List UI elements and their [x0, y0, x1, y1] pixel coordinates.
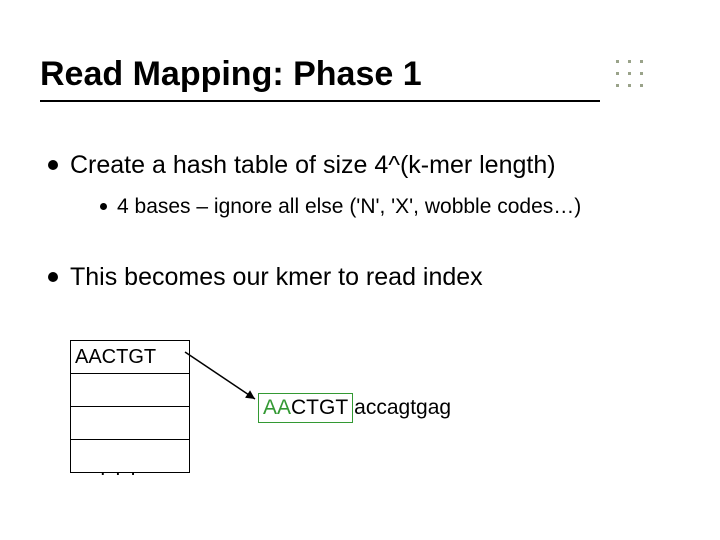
bullet-icon: [100, 203, 107, 210]
table-row: [71, 374, 190, 407]
slide: Read Mapping: Phase 1 Create a hash tabl…: [0, 0, 720, 540]
accent-dot-icon: [616, 72, 619, 75]
hash-cell-empty: [71, 374, 190, 407]
hash-table: AACTGT: [70, 340, 190, 473]
table-row: AACTGT: [71, 341, 190, 374]
bullet-icon: [48, 272, 58, 282]
read-sequence: AACTGTaccagtgag: [258, 393, 451, 423]
hash-cell-kmer: AACTGT: [71, 341, 190, 374]
accent-dot-icon: [640, 84, 643, 87]
accent-dot-icon: [640, 72, 643, 75]
hash-cell-empty: [71, 407, 190, 440]
accent-dot-icon: [628, 84, 631, 87]
title-underline: [40, 100, 600, 102]
read-tail: accagtgag: [353, 396, 451, 420]
bullet-icon: [48, 160, 58, 170]
hash-table-ellipsis: . . .: [100, 458, 138, 481]
bullet-level1: This becomes our kmer to read index: [48, 262, 483, 292]
accent-dot-icon: [628, 72, 631, 75]
kmer-green-part: AA: [263, 396, 291, 419]
accent-dot-icon: [640, 60, 643, 63]
bullet-text: This becomes our kmer to read index: [70, 262, 483, 292]
kmer-black-part: CTGT: [291, 396, 348, 419]
slide-title: Read Mapping: Phase 1: [40, 55, 422, 94]
table-row: [71, 407, 190, 440]
accent-dot-icon: [616, 60, 619, 63]
arrow-icon: [185, 352, 265, 407]
accent-dot-icon: [616, 84, 619, 87]
read-kmer-box: AACTGT: [258, 393, 353, 423]
bullet-text: 4 bases – ignore all else ('N', 'X', wob…: [117, 194, 581, 220]
accent-dot-icon: [628, 60, 631, 63]
bullet-level2: 4 bases – ignore all else ('N', 'X', wob…: [100, 194, 581, 220]
bullet-text: Create a hash table of size 4^(k-mer len…: [70, 150, 556, 180]
bullet-level1: Create a hash table of size 4^(k-mer len…: [48, 150, 556, 180]
